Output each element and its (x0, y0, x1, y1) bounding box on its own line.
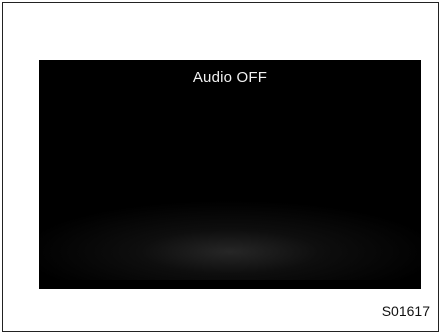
display-screen: Audio OFF (39, 60, 421, 289)
screen-glow (39, 200, 421, 280)
audio-status-text: Audio OFF (192, 69, 268, 86)
figure-code-label: S01617 (381, 303, 430, 319)
figure-frame: Audio OFF S01617 (2, 2, 439, 332)
